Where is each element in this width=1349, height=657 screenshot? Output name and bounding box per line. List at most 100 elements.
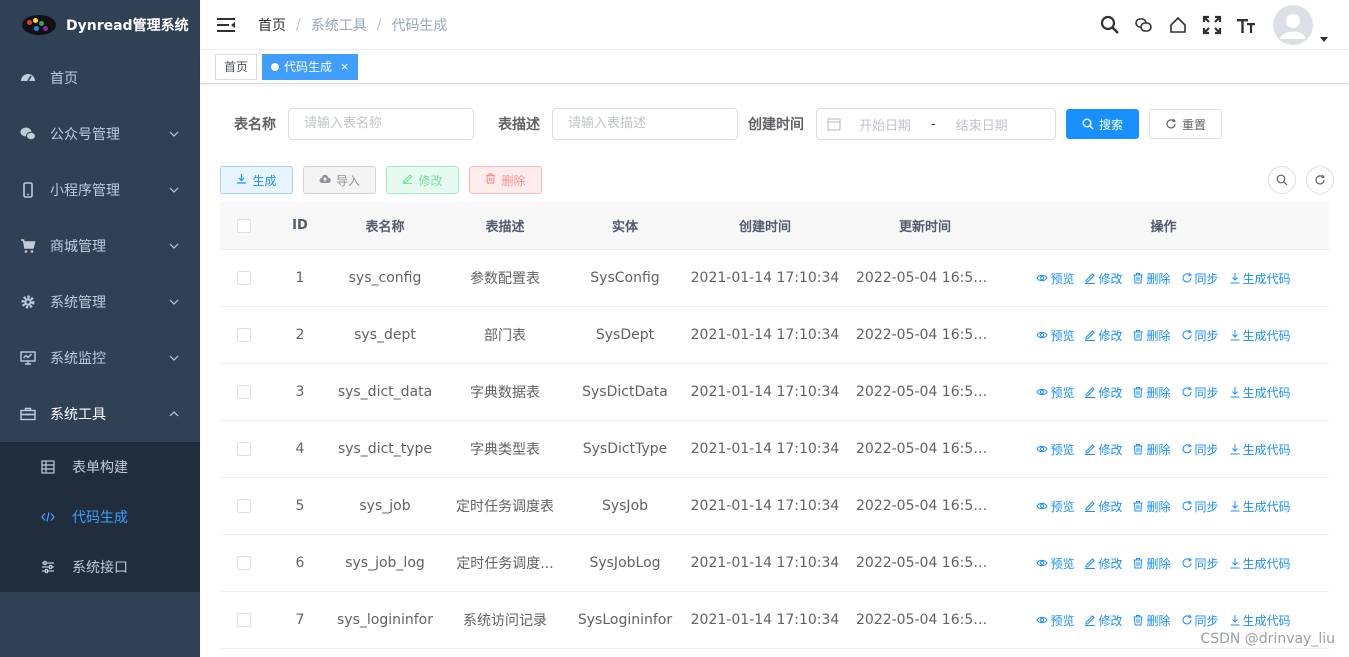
action-2-button[interactable]: 删除 [1132,327,1171,344]
action-3-button[interactable]: 同步 [1181,612,1219,629]
action-4-button[interactable]: 生成代码 [1229,270,1291,287]
generate-button[interactable]: 生成 [220,166,293,194]
reset-button[interactable]: 重置 [1149,109,1222,139]
sidebar-item-5[interactable]: 系统监控 [0,330,200,386]
refresh-icon [1181,443,1195,455]
download-icon [1229,329,1243,341]
cell-updated: 2022-05-04 16:56:50 [856,498,998,514]
table-name-input[interactable]: 请输入表名称 [288,108,474,140]
row-checkbox[interactable] [220,613,268,627]
row-checkbox[interactable] [220,385,268,399]
action-4-button[interactable]: 生成代码 [1229,441,1291,458]
action-1-button[interactable]: 修改 [1084,555,1122,572]
sidebar-item-6[interactable]: 系统工具 [0,386,200,442]
dashboard-icon [20,70,36,86]
breadcrumb-home[interactable]: 首页 [258,15,286,35]
row-checkbox[interactable] [220,556,268,570]
action-label: 预览 [1050,442,1075,457]
action-2-button[interactable]: 删除 [1132,555,1171,572]
action-3-button[interactable]: 同步 [1181,555,1219,572]
fullscreen-icon[interactable] [1195,0,1229,50]
action-3-button[interactable]: 同步 [1181,384,1219,401]
action-1-button[interactable]: 修改 [1084,612,1122,629]
submenu-item-0[interactable]: 表单构建 [0,442,200,492]
cell-entity: SysJobLog [589,555,661,571]
logo[interactable]: Dynread管理系统 [0,0,200,50]
font-size-icon[interactable] [1229,0,1263,50]
cell-updated: 2022-05-04 16:52:13 [856,270,998,286]
action-0-button[interactable]: 预览 [1036,612,1074,629]
refresh-icon [1165,118,1177,130]
action-1-button[interactable]: 修改 [1084,384,1122,401]
submenu-item-2[interactable]: 系统接口 [0,542,200,592]
action-1-button[interactable]: 修改 [1084,498,1122,515]
sidebar-item-2[interactable]: 小程序管理 [0,162,200,218]
row-checkbox[interactable] [220,271,268,285]
action-2-button[interactable]: 删除 [1132,270,1171,287]
search-button[interactable]: 搜索 [1066,109,1139,139]
watermark: CSDN @drinvay_liu [1200,631,1335,647]
sidebar-item-1[interactable]: 公众号管理 [0,106,200,162]
action-0-button[interactable]: 预览 [1036,441,1074,458]
search-icon[interactable] [1093,0,1127,50]
download-icon [1229,500,1243,512]
submenu-item-1[interactable]: 代码生成 [0,492,200,542]
cell-actions: 预览 修改 删除 同步 生成代码 [998,441,1329,458]
refresh-button[interactable] [1306,166,1334,194]
start-date-input[interactable]: 开始日期 [859,115,911,134]
action-4-button[interactable]: 生成代码 [1229,555,1291,572]
action-2-button[interactable]: 删除 [1132,612,1171,629]
date-range-picker[interactable]: 开始日期 - 结束日期 [816,108,1056,140]
action-4-button[interactable]: 生成代码 [1229,384,1291,401]
close-icon[interactable]: × [340,55,349,79]
import-button[interactable]: 导入 [303,166,376,194]
sidebar-item-0[interactable]: 首页 [0,50,200,106]
edit-button[interactable]: 修改 [386,166,459,194]
tag-home[interactable]: 首页 [215,53,258,80]
select-all-checkbox[interactable] [220,218,268,233]
action-3-button[interactable]: 同步 [1181,498,1219,515]
action-2-button[interactable]: 删除 [1132,384,1171,401]
action-0-button[interactable]: 预览 [1036,327,1074,344]
action-label: 生成代码 [1242,328,1291,343]
chevron-down-icon [168,128,180,140]
delete-button[interactable]: 删除 [469,166,542,194]
eye-icon [1036,329,1050,341]
refresh-icon [1181,500,1195,512]
action-1-button[interactable]: 修改 [1084,270,1122,287]
row-checkbox[interactable] [220,442,268,456]
sidebar-item-4[interactable]: 系统管理 [0,274,200,330]
action-4-button[interactable]: 生成代码 [1229,612,1291,629]
action-1-button[interactable]: 修改 [1084,441,1122,458]
end-date-input[interactable]: 结束日期 [956,115,1008,134]
search-button-label: 搜索 [1098,117,1123,132]
table-desc-input[interactable]: 请输入表描述 [552,108,738,140]
action-0-button[interactable]: 预览 [1036,498,1074,515]
cell-table-desc: 系统访问记录 [463,613,547,629]
action-2-button[interactable]: 删除 [1132,498,1171,515]
edit-icon [1084,557,1098,569]
action-1-button[interactable]: 修改 [1084,327,1122,344]
download-icon [236,173,247,187]
action-2-button[interactable]: 删除 [1132,441,1171,458]
action-0-button[interactable]: 预览 [1036,384,1074,401]
row-checkbox[interactable] [220,499,268,513]
avatar[interactable] [1273,5,1313,45]
action-4-button[interactable]: 生成代码 [1229,498,1291,515]
cell-entity: SysDictData [582,384,668,400]
action-4-button[interactable]: 生成代码 [1229,327,1291,344]
action-0-button[interactable]: 预览 [1036,555,1074,572]
hamburger-icon[interactable] [217,17,235,33]
chevron-down-icon[interactable] [1319,29,1329,42]
home-icon[interactable] [1161,0,1195,50]
chat-icon[interactable] [1127,0,1161,50]
action-3-button[interactable]: 同步 [1181,327,1219,344]
tag-code-generation[interactable]: 代码生成 × [262,53,359,80]
action-0-button[interactable]: 预览 [1036,270,1074,287]
action-3-button[interactable]: 同步 [1181,270,1219,287]
row-checkbox[interactable] [220,328,268,342]
action-3-button[interactable]: 同步 [1181,441,1219,458]
sidebar-item-3[interactable]: 商城管理 [0,218,200,274]
cell-id: 7 [295,612,305,628]
toggle-search-button[interactable] [1268,166,1296,194]
